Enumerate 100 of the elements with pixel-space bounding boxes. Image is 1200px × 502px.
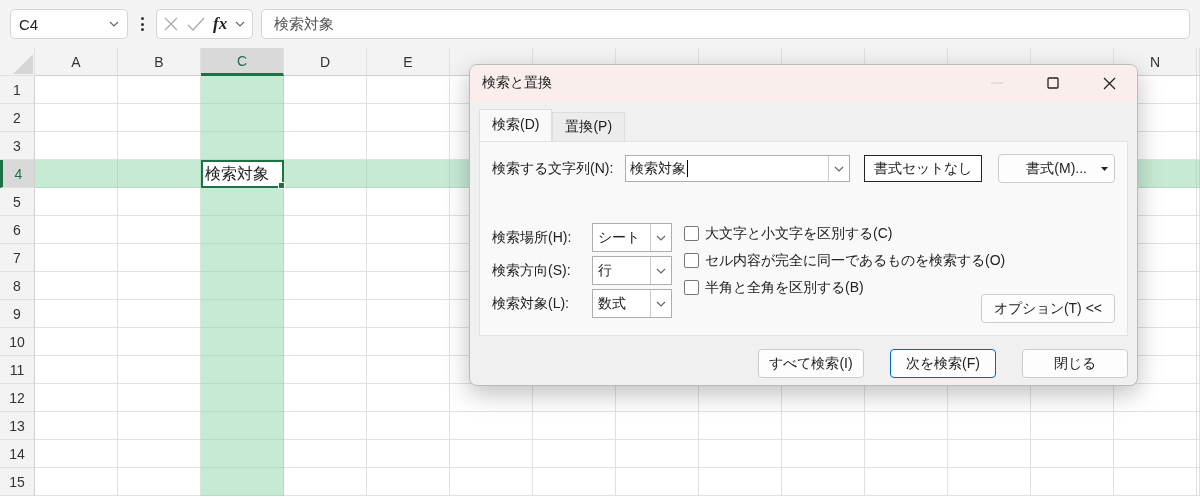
table-cell[interactable] (367, 272, 450, 300)
cancel-icon[interactable] (163, 16, 179, 32)
table-cell[interactable] (367, 328, 450, 356)
table-cell[interactable] (367, 76, 450, 104)
table-cell[interactable] (367, 356, 450, 384)
table-cell[interactable] (1031, 468, 1114, 496)
table-cell[interactable] (201, 104, 284, 132)
table-cell[interactable] (201, 440, 284, 468)
table-cell[interactable] (284, 468, 367, 496)
table-cell[interactable] (865, 468, 948, 496)
table-cell[interactable] (699, 468, 782, 496)
dropdown[interactable]: シート (592, 223, 672, 252)
table-cell[interactable] (201, 188, 284, 216)
row-header[interactable]: 12 (0, 384, 35, 412)
table-cell[interactable] (1031, 412, 1114, 440)
table-cell[interactable] (367, 384, 450, 412)
table-cell[interactable] (782, 468, 865, 496)
table-cell[interactable] (284, 160, 367, 188)
name-box[interactable]: C4 (10, 9, 128, 39)
table-cell[interactable] (284, 188, 367, 216)
table-cell[interactable] (450, 440, 533, 468)
close-icon[interactable] (1102, 76, 1116, 90)
dialog-button[interactable]: 次を検索(F) (890, 349, 996, 378)
table-cell[interactable] (616, 468, 699, 496)
table-cell[interactable] (367, 160, 450, 188)
row-header[interactable]: 4 (0, 160, 35, 188)
dropdown[interactable]: 行 (592, 256, 672, 285)
more-icon[interactable] (140, 17, 144, 31)
table-cell[interactable] (201, 300, 284, 328)
dialog-button[interactable]: 閉じる (1022, 349, 1128, 378)
row-header[interactable]: 10 (0, 328, 35, 356)
table-cell[interactable] (865, 412, 948, 440)
table-cell[interactable] (284, 300, 367, 328)
table-cell[interactable] (782, 440, 865, 468)
table-cell[interactable] (201, 356, 284, 384)
maximize-icon[interactable] (1047, 77, 1059, 89)
table-cell[interactable] (35, 160, 118, 188)
row-header[interactable]: 2 (0, 104, 35, 132)
dialog-button[interactable]: すべて検索(I) (758, 349, 864, 378)
active-cell[interactable]: 検索対象 (201, 160, 284, 188)
row-header[interactable]: 6 (0, 216, 35, 244)
row-header[interactable]: 11 (0, 356, 35, 384)
row-header[interactable]: 13 (0, 412, 35, 440)
table-cell[interactable] (35, 468, 118, 496)
tab[interactable]: 検索(D) (479, 109, 553, 141)
table-cell[interactable] (948, 412, 1031, 440)
table-cell[interactable] (284, 76, 367, 104)
table-cell[interactable] (284, 412, 367, 440)
table-cell[interactable] (201, 272, 284, 300)
table-cell[interactable] (782, 412, 865, 440)
table-cell[interactable] (35, 300, 118, 328)
format-button[interactable]: 書式(M)... (997, 154, 1115, 183)
table-cell[interactable] (948, 440, 1031, 468)
column-header[interactable]: A (35, 48, 118, 76)
table-cell[interactable] (201, 384, 284, 412)
table-cell[interactable] (35, 76, 118, 104)
check-icon[interactable] (187, 16, 205, 32)
table-cell[interactable] (284, 384, 367, 412)
table-cell[interactable] (284, 272, 367, 300)
table-cell[interactable] (284, 244, 367, 272)
table-cell[interactable] (201, 76, 284, 104)
row-header[interactable]: 7 (0, 244, 35, 272)
table-cell[interactable] (201, 328, 284, 356)
dropdown[interactable]: 数式 (592, 289, 672, 318)
table-cell[interactable] (1114, 412, 1197, 440)
checkbox[interactable] (684, 226, 699, 241)
options-button[interactable]: オプション(T) << (980, 294, 1115, 323)
row-header[interactable]: 14 (0, 440, 35, 468)
table-cell[interactable] (450, 412, 533, 440)
table-cell[interactable] (118, 160, 201, 188)
table-cell[interactable] (35, 356, 118, 384)
table-cell[interactable] (865, 440, 948, 468)
table-cell[interactable] (35, 216, 118, 244)
column-header[interactable]: D (284, 48, 367, 76)
table-cell[interactable] (35, 412, 118, 440)
table-cell[interactable] (367, 300, 450, 328)
table-cell[interactable] (284, 356, 367, 384)
column-header[interactable]: C (201, 48, 284, 76)
table-cell[interactable] (367, 104, 450, 132)
table-cell[interactable] (1031, 440, 1114, 468)
table-cell[interactable] (201, 244, 284, 272)
table-cell[interactable] (35, 104, 118, 132)
table-cell[interactable] (367, 188, 450, 216)
formula-field[interactable]: 検索対象 (261, 9, 1190, 39)
table-cell[interactable] (35, 272, 118, 300)
checkbox[interactable] (684, 253, 699, 268)
tab[interactable]: 置換(P) (552, 112, 626, 141)
table-cell[interactable] (533, 412, 616, 440)
table-cell[interactable] (284, 328, 367, 356)
column-header[interactable]: E (367, 48, 450, 76)
row-header[interactable]: 9 (0, 300, 35, 328)
table-cell[interactable] (367, 412, 450, 440)
table-cell[interactable] (1114, 440, 1197, 468)
table-cell[interactable] (284, 440, 367, 468)
insert-function-button[interactable]: fx (213, 14, 228, 34)
table-cell[interactable] (201, 412, 284, 440)
table-cell[interactable] (367, 440, 450, 468)
table-cell[interactable] (533, 440, 616, 468)
table-cell[interactable] (367, 244, 450, 272)
table-cell[interactable] (284, 104, 367, 132)
